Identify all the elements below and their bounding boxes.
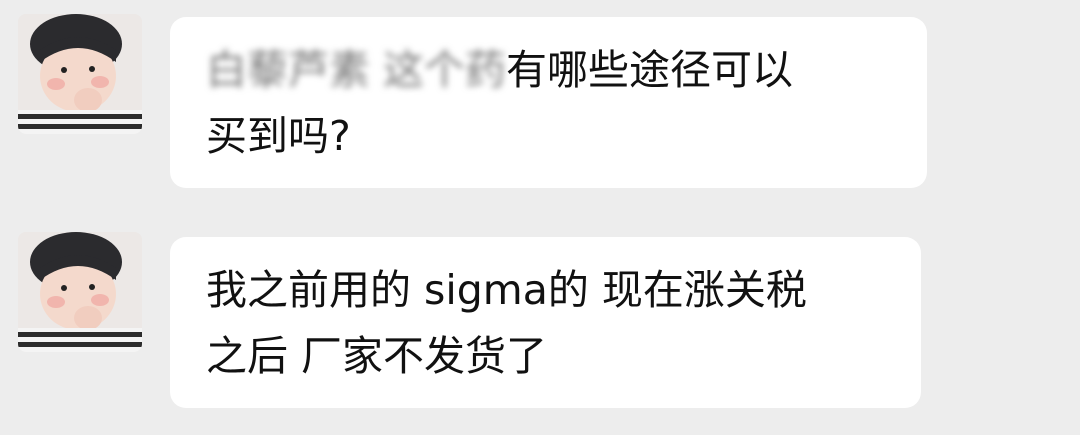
toddler-photo-avatar-icon (18, 232, 142, 352)
message-line: 之后 厂家不发货了 (206, 332, 548, 380)
message-bubble[interactable]: 我之前用的 sigma的 现在涨关税 之后 厂家不发货了 (170, 237, 921, 408)
message-bubble[interactable]: 白藜芦素 这个药有哪些途径可以 买到吗? (170, 17, 927, 188)
message-line: 白藜芦素 这个药有哪些途径可以 (206, 37, 927, 103)
avatar[interactable] (18, 14, 142, 134)
message-line: 买到吗? (206, 112, 351, 160)
avatar[interactable] (18, 232, 142, 352)
toddler-photo-avatar-icon (18, 14, 142, 134)
message-text: 有哪些途径可以 (506, 46, 794, 94)
redacted-text: 白藜芦素 这个药 (206, 46, 507, 94)
message-line: 我之前用的 sigma的 现在涨关税 (206, 266, 807, 314)
